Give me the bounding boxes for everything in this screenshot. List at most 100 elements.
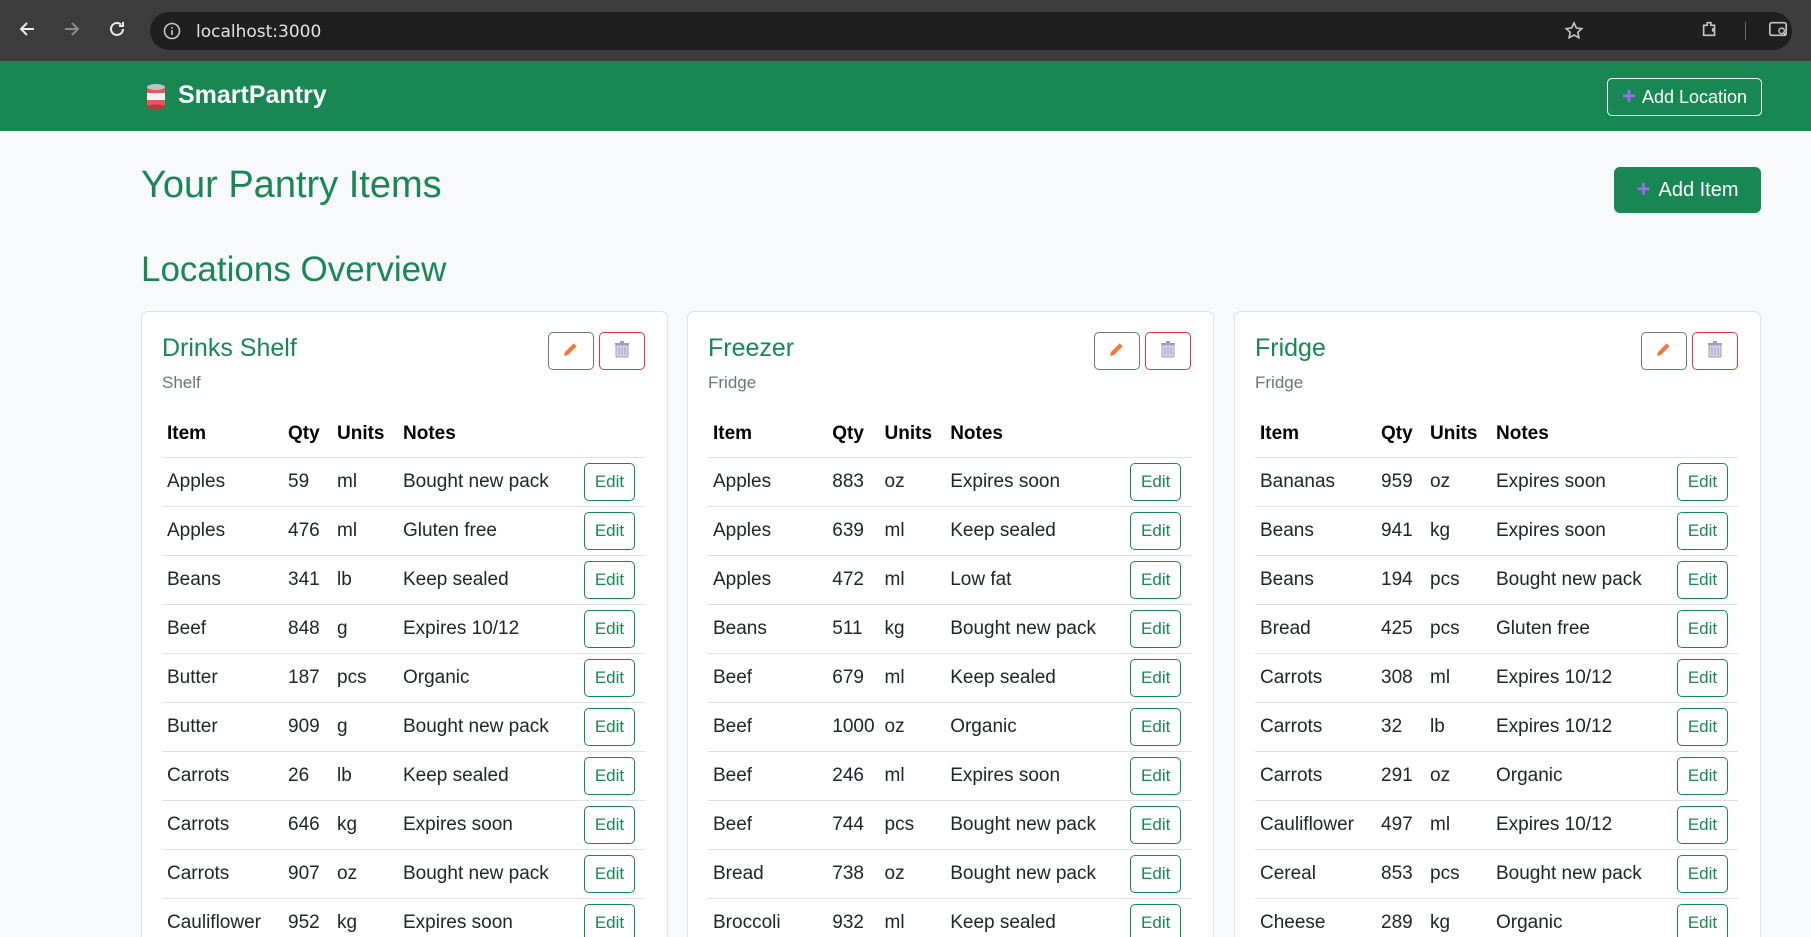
edit-item-button[interactable]: Edit (1677, 756, 1728, 795)
edit-item-button[interactable]: Edit (584, 756, 635, 795)
address-bar[interactable]: localhost:3000 (150, 12, 1792, 50)
edit-item-button[interactable]: Edit (1677, 707, 1728, 746)
section-title: Locations Overview (141, 250, 447, 289)
edit-item-button[interactable]: Edit (1677, 805, 1728, 844)
add-item-button[interactable]: + Add Item (1614, 167, 1761, 213)
item-name: Bananas (1255, 457, 1376, 507)
edit-item-button[interactable]: Edit (1130, 756, 1182, 795)
table-row: Apples 59 ml Bought new pack Edit (162, 457, 645, 507)
item-notes: Keep sealed (945, 653, 1126, 703)
edit-item-button[interactable]: Edit (584, 511, 635, 550)
item-name: Cheese (1255, 898, 1376, 937)
item-qty: 59 (283, 457, 332, 507)
table-row: Beef 246 ml Expires soon Edit (708, 751, 1191, 801)
edit-location-button[interactable] (1094, 332, 1140, 370)
edit-item-button[interactable]: Edit (1677, 560, 1728, 599)
edit-item-button[interactable]: Edit (584, 560, 635, 599)
item-name: Butter (162, 653, 283, 703)
trash-icon (1158, 339, 1178, 364)
edit-item-button[interactable]: Edit (1677, 609, 1728, 648)
item-qty: 907 (283, 849, 332, 899)
edit-item-button[interactable]: Edit (1677, 903, 1728, 937)
add-location-button[interactable]: + Add Location (1607, 78, 1762, 116)
edit-item-button[interactable]: Edit (1130, 658, 1182, 697)
item-units: ml (1425, 800, 1491, 850)
edit-item-button[interactable]: Edit (584, 658, 635, 697)
edit-item-button[interactable]: Edit (1130, 560, 1182, 599)
delete-location-button[interactable] (599, 332, 645, 370)
edit-item-button[interactable]: Edit (1130, 854, 1182, 893)
item-units: lb (332, 555, 398, 605)
item-name: Cauliflower (162, 898, 283, 937)
bookmark-star-icon[interactable] (1564, 21, 1584, 41)
table-row: Bananas 959 oz Expires soon Edit (1255, 457, 1738, 507)
edit-item-button[interactable]: Edit (1130, 609, 1182, 648)
item-notes: Bought new pack (1491, 555, 1672, 605)
edit-item-button[interactable]: Edit (1130, 805, 1182, 844)
item-notes: Organic (398, 653, 579, 703)
item-units: oz (1425, 457, 1491, 507)
reload-icon[interactable] (104, 16, 130, 42)
table-header-row: Item Qty Units Notes (162, 412, 645, 458)
edit-item-button[interactable]: Edit (1130, 903, 1182, 937)
edit-item-button[interactable]: Edit (584, 805, 635, 844)
edit-item-button[interactable]: Edit (1677, 658, 1728, 697)
item-units: ml (1425, 653, 1491, 703)
forward-icon[interactable] (58, 16, 84, 42)
delete-location-button[interactable] (1145, 332, 1191, 370)
column-header-actions (1672, 412, 1738, 458)
item-units: oz (1425, 751, 1491, 801)
location-card: Drinks Shelf Shelf Item Qty Units Notes Apples… (141, 311, 668, 937)
item-units: kg (879, 604, 946, 654)
column-header: Qty (283, 412, 332, 458)
edit-item-button[interactable]: Edit (584, 854, 635, 893)
add-location-label: Add Location (1641, 86, 1748, 107)
edit-item-button[interactable]: Edit (1130, 462, 1182, 501)
trash-icon (612, 339, 632, 364)
item-name: Beans (708, 604, 828, 654)
table-row: Beef 1000 oz Organic Edit (708, 702, 1191, 752)
column-header: Units (879, 412, 946, 458)
edit-item-button[interactable]: Edit (1130, 707, 1182, 746)
edit-item-button[interactable]: Edit (1677, 462, 1728, 501)
item-units: oz (879, 702, 946, 752)
edit-location-button[interactable] (1641, 332, 1687, 370)
item-name: Carrots (162, 849, 283, 899)
pencil-icon (561, 339, 581, 364)
edit-item-button[interactable]: Edit (584, 609, 635, 648)
item-qty: 511 (827, 604, 880, 654)
delete-location-button[interactable] (1692, 332, 1738, 370)
item-notes: Keep sealed (945, 898, 1126, 937)
edit-item-button[interactable]: Edit (584, 707, 635, 746)
item-units: lb (1425, 702, 1491, 752)
edit-item-button[interactable]: Edit (1677, 511, 1728, 550)
item-notes: Organic (945, 702, 1126, 752)
site-info-icon[interactable] (163, 22, 181, 40)
edit-item-button[interactable]: Edit (1130, 511, 1182, 550)
plus-icon: + (1636, 176, 1651, 203)
item-name: Apples (162, 457, 283, 507)
item-qty: 187 (283, 653, 332, 703)
item-units: ml (879, 555, 946, 605)
table-row: Carrots 32 lb Expires 10/12 Edit (1255, 702, 1738, 752)
table-row: Bread 738 oz Bought new pack Edit (708, 849, 1191, 899)
brand[interactable]: SmartPantry (144, 81, 327, 110)
edit-item-button[interactable]: Edit (1677, 854, 1728, 893)
item-qty: 246 (827, 751, 880, 801)
extensions-icon[interactable] (1700, 19, 1720, 39)
location-name: Fridge (1255, 334, 1326, 362)
table-row: Beans 341 lb Keep sealed Edit (162, 555, 645, 605)
item-qty: 848 (283, 604, 332, 654)
edit-item-button[interactable]: Edit (584, 462, 635, 501)
edit-location-button[interactable] (548, 332, 594, 370)
side-panel-icon[interactable] (1768, 19, 1788, 39)
item-qty: 472 (827, 555, 880, 605)
back-icon[interactable] (15, 16, 41, 42)
item-notes: Low fat (945, 555, 1126, 605)
edit-item-button[interactable]: Edit (584, 903, 635, 937)
table-row: Beans 511 kg Bought new pack Edit (708, 604, 1191, 654)
item-notes: Bought new pack (398, 702, 579, 752)
brand-name: SmartPantry (178, 81, 327, 109)
item-notes: Keep sealed (945, 506, 1126, 556)
item-qty: 941 (1376, 506, 1425, 556)
